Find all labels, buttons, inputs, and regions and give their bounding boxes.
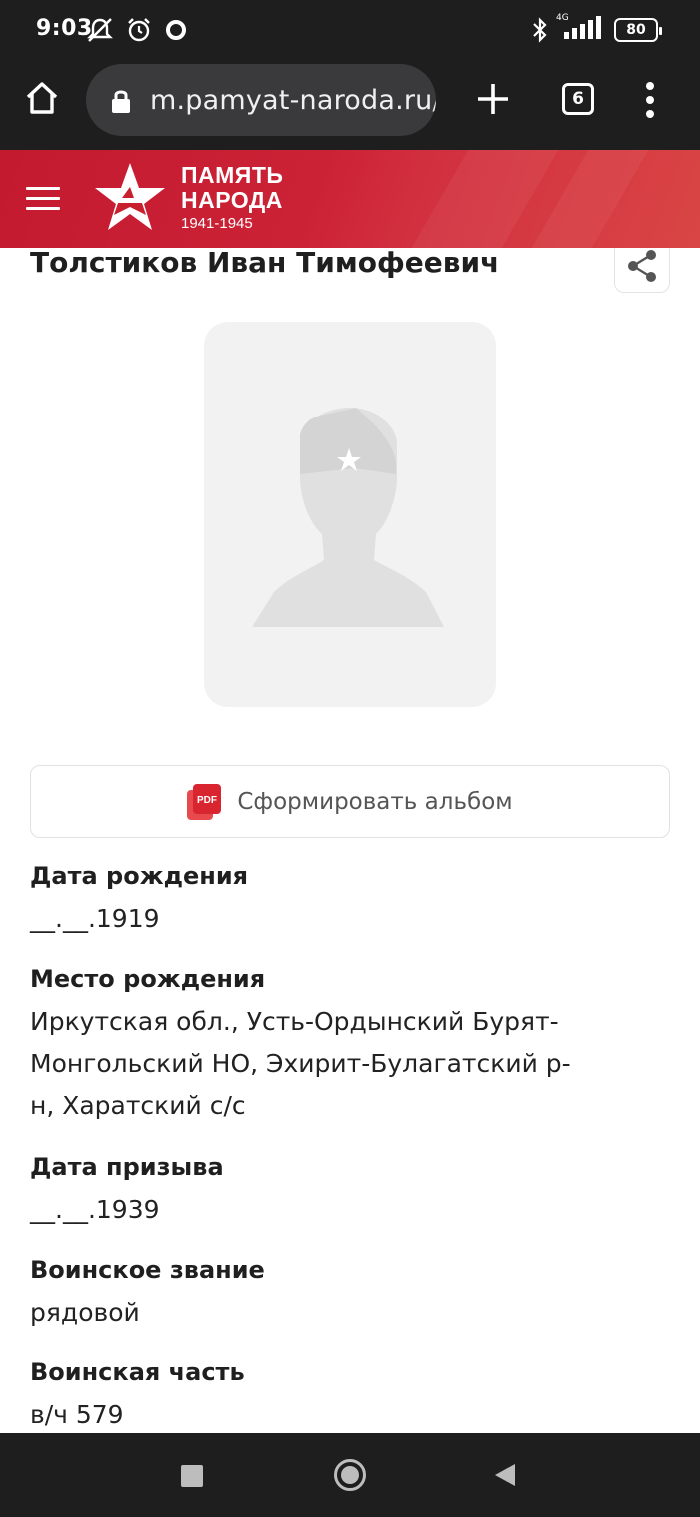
mute-notifications-icon <box>87 18 113 42</box>
lock-icon <box>112 90 130 113</box>
field-military-rank: Воинское звание рядовой <box>30 1254 670 1334</box>
ring-status-icon <box>166 20 186 40</box>
battery-icon: 80 <box>614 18 662 42</box>
url-text[interactable]: m.pamyat-naroda.ru/heroes <box>150 85 436 116</box>
home-icon[interactable] <box>22 78 62 118</box>
create-album-label: Сформировать альбом <box>237 788 513 815</box>
status-bar: 9:03 4G 80 <box>0 0 700 62</box>
field-value: рядовой <box>30 1298 140 1327</box>
tab-count: 6 <box>572 89 584 109</box>
bluetooth-icon <box>533 17 547 43</box>
status-time: 9:03 <box>36 16 93 41</box>
field-value: в/ч 579 <box>30 1400 124 1429</box>
field-label: Место рождения <box>30 965 266 993</box>
field-value: __.__.1939 <box>30 1195 160 1224</box>
browser-toolbar: m.pamyat-naroda.ru/heroes 6 <box>0 62 700 150</box>
share-button[interactable] <box>614 248 670 293</box>
soldier-silhouette-icon <box>252 408 444 627</box>
more-options-icon[interactable] <box>638 80 662 120</box>
field-military-unit: Воинская часть в/ч 579 <box>30 1356 670 1433</box>
home-nav-icon[interactable] <box>334 1459 366 1491</box>
battery-level: 80 <box>626 22 646 38</box>
address-bar[interactable]: m.pamyat-naroda.ru/heroes <box>86 64 436 136</box>
logo-line1: ПАМЯТЬ <box>181 162 284 188</box>
field-draft-date: Дата призыва __.__.1939 <box>30 1151 670 1231</box>
alarm-icon <box>128 18 150 42</box>
person-name: Толстиков Иван Тимофеевич <box>30 248 500 279</box>
field-value: __.__.1919 <box>30 904 160 933</box>
field-label: Дата рождения <box>30 862 249 890</box>
network-type: 4G <box>556 13 569 23</box>
site-header: ПАМЯТЬ НАРОДА 1941-1945 <box>0 150 700 248</box>
field-label: Дата призыва <box>30 1153 224 1181</box>
logo-years: 1941-1945 <box>181 215 253 232</box>
logo-star-icon[interactable] <box>94 161 166 233</box>
field-birth-place: Место рождения Иркутская обл., Усть-Орды… <box>30 963 670 1127</box>
recents-icon[interactable] <box>181 1465 203 1487</box>
hero-card: Толстиков Иван Тимофеевич PDF Сформирова… <box>0 248 700 1433</box>
system-nav-bar <box>0 1433 700 1517</box>
field-label: Воинская часть <box>30 1358 245 1386</box>
create-album-button[interactable]: PDF Сформировать альбом <box>30 765 670 838</box>
menu-icon[interactable] <box>26 187 60 211</box>
new-tab-icon[interactable] <box>474 80 512 118</box>
svg-text:PDF: PDF <box>197 795 217 806</box>
share-icon <box>628 249 656 282</box>
field-birth-date: Дата рождения __.__.1919 <box>30 860 670 940</box>
pdf-icon: PDF <box>187 783 222 820</box>
soldier-photo-placeholder <box>204 322 496 707</box>
site-logo[interactable]: ПАМЯТЬ НАРОДА 1941-1945 <box>181 163 283 234</box>
tab-switcher-button[interactable]: 6 <box>562 83 594 115</box>
field-label: Воинское звание <box>30 1256 265 1284</box>
back-icon[interactable] <box>495 1464 515 1486</box>
logo-line2: НАРОДА <box>181 187 283 213</box>
field-value: Иркутская обл., Усть-Ордынский Бурят-Мон… <box>30 1007 571 1120</box>
